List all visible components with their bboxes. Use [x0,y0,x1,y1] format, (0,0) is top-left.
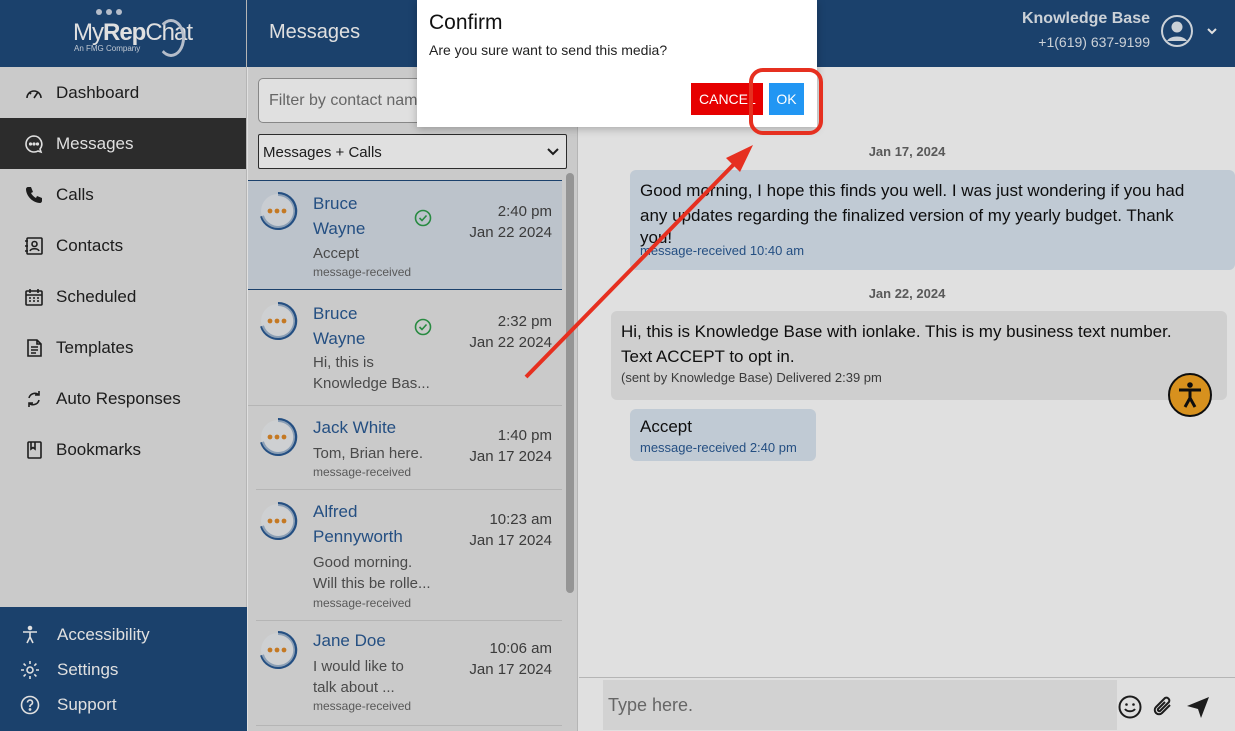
highlight-box [749,68,823,135]
dialog-title: Confirm [429,11,503,34]
dialog-message: Are you sure want to send this media? [429,42,668,58]
